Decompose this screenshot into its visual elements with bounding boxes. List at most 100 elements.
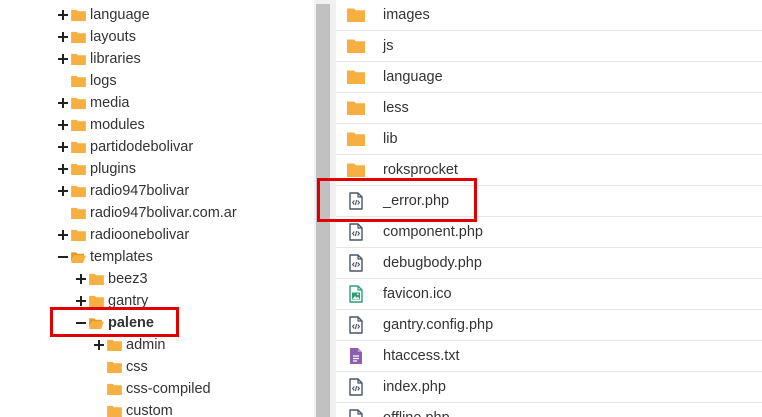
file-row-component-php[interactable]: component.php: [336, 217, 762, 248]
folder-icon: [71, 53, 86, 65]
folder-icon: [71, 141, 86, 153]
tree-item-language[interactable]: language: [57, 4, 150, 26]
file-name: gantry.config.php: [383, 317, 494, 333]
tree-item-media[interactable]: media: [57, 92, 130, 114]
file-name: language: [383, 69, 443, 85]
file-name: offline.php: [383, 403, 450, 417]
tree-item-partidodebolivar[interactable]: partidodebolivar: [57, 136, 193, 158]
file-row-js[interactable]: js: [336, 31, 762, 62]
folder-icon: [71, 119, 86, 131]
expand-icon[interactable]: [57, 9, 69, 21]
tree-item-beez3[interactable]: beez3: [75, 268, 148, 290]
file-row-index-php[interactable]: index.php: [336, 372, 762, 403]
folder-icon: [71, 163, 86, 175]
file-name: roksprocket: [383, 162, 458, 178]
tree-item-label: css: [126, 359, 148, 375]
expand-icon[interactable]: [93, 339, 105, 351]
file-name: less: [383, 100, 409, 116]
expand-icon[interactable]: [57, 141, 69, 153]
tree-item-label: libraries: [90, 51, 141, 67]
folder-icon: [107, 405, 122, 417]
file-row-offline-php[interactable]: offline.php: [336, 403, 762, 417]
file-row-images[interactable]: images: [336, 0, 762, 31]
folder-icon: [89, 295, 104, 307]
code-file-icon: [347, 316, 365, 334]
code-file-icon: [347, 378, 365, 396]
folder-icon: [107, 361, 122, 373]
expand-icon[interactable]: [57, 97, 69, 109]
tree-item-label: templates: [90, 249, 153, 265]
file-name: js: [383, 38, 394, 54]
tree-item-radio947bolivar[interactable]: radio947bolivar: [57, 180, 189, 202]
tree-item-label: palene: [108, 315, 154, 331]
tree-item-css[interactable]: css: [93, 356, 148, 378]
tree-item-custom[interactable]: custom: [93, 400, 173, 417]
file-row-language[interactable]: language: [336, 62, 762, 93]
expand-icon[interactable]: [57, 31, 69, 43]
file-row-roksprocket[interactable]: roksprocket: [336, 155, 762, 186]
tree-item-templates[interactable]: templates: [57, 246, 153, 268]
tree-item-label: admin: [126, 337, 166, 353]
tree-item-libraries[interactable]: libraries: [57, 48, 141, 70]
folder-open-icon: [71, 251, 86, 263]
file-row-lib[interactable]: lib: [336, 124, 762, 155]
file-name: component.php: [383, 224, 483, 240]
folder-icon: [71, 207, 86, 219]
code-file-icon: [347, 254, 365, 272]
tree-item-label: layouts: [90, 29, 136, 45]
file-row-less[interactable]: less: [336, 93, 762, 124]
file-row-gantry-config-php[interactable]: gantry.config.php: [336, 310, 762, 341]
tree-item-label: css-compiled: [126, 381, 211, 397]
folder-icon: [347, 68, 365, 86]
tree-item-radio947bolivar-com-ar[interactable]: radio947bolivar.com.ar: [57, 202, 237, 224]
expand-icon[interactable]: [57, 185, 69, 197]
collapse-icon[interactable]: [75, 317, 87, 329]
file-row-favicon-ico[interactable]: favicon.ico: [336, 279, 762, 310]
tree-item-label: radio947bolivar.com.ar: [90, 205, 237, 221]
expand-icon[interactable]: [57, 229, 69, 241]
tree-item-label: gantry: [108, 293, 149, 309]
tree-item-css-compiled[interactable]: css-compiled: [93, 378, 211, 400]
folder-icon: [347, 99, 365, 117]
folder-open-icon: [89, 317, 104, 329]
code-file-icon: [347, 223, 365, 241]
file-row-htaccess-txt[interactable]: htaccess.txt: [336, 341, 762, 372]
file-name: favicon.ico: [383, 286, 452, 302]
tree-item-label: logs: [90, 73, 117, 89]
expand-icon[interactable]: [57, 53, 69, 65]
tree-item-label: radioonebolivar: [90, 227, 190, 243]
folder-icon: [347, 130, 365, 148]
folder-icon: [107, 383, 122, 395]
expand-icon[interactable]: [75, 295, 87, 307]
tree-item-palene[interactable]: palene: [75, 312, 154, 334]
expand-icon[interactable]: [75, 273, 87, 285]
expand-icon[interactable]: [57, 119, 69, 131]
folder-icon: [347, 161, 365, 179]
file-row-debugbody-php[interactable]: debugbody.php: [336, 248, 762, 279]
file-row-error-php[interactable]: _error.php: [336, 186, 762, 217]
file-name: htaccess.txt: [383, 348, 460, 364]
tree-item-label: radio947bolivar: [90, 183, 190, 199]
image-file-icon: [347, 285, 365, 303]
folder-icon: [71, 9, 86, 21]
tree-item-layouts[interactable]: layouts: [57, 26, 136, 48]
tree-item-plugins[interactable]: plugins: [57, 158, 136, 180]
folder-icon: [71, 185, 86, 197]
tree-item-admin[interactable]: admin: [93, 334, 166, 356]
folder-icon: [71, 31, 86, 43]
scrollbar-thumb[interactable]: [316, 4, 330, 417]
tree-item-radioonebolivar[interactable]: radioonebolivar: [57, 224, 189, 246]
collapse-icon[interactable]: [57, 251, 69, 263]
tree-item-label: plugins: [90, 161, 136, 177]
folder-tree-panel: language layouts libraries logs media modules…: [0, 0, 314, 417]
tree-item-modules[interactable]: modules: [57, 114, 145, 136]
expand-icon[interactable]: [57, 163, 69, 175]
tree-item-gantry[interactable]: gantry: [75, 290, 148, 312]
file-name: debugbody.php: [383, 255, 482, 271]
tree-item-logs[interactable]: logs: [57, 70, 117, 92]
folder-icon: [347, 6, 365, 24]
tree-item-label: media: [90, 95, 130, 111]
file-name: _error.php: [383, 193, 450, 209]
folder-icon: [71, 97, 86, 109]
tree-scrollbar[interactable]: [314, 0, 336, 417]
